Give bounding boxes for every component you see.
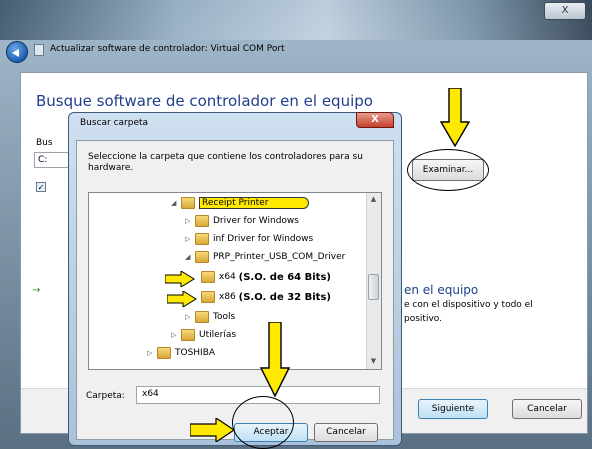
folder-icon [195, 215, 209, 227]
expand-icon[interactable]: ▷ [185, 217, 193, 225]
annotation-arrow-right [167, 291, 197, 307]
scroll-down-icon[interactable]: ▼ [368, 357, 379, 365]
option-desc-fragment-1: e con el dispositivo y todo el [404, 300, 533, 310]
tree-item-prp-printer-driver[interactable]: ◢ PRP_Printer_USB_COM_Driver [185, 249, 345, 265]
next-button[interactable]: Siguiente [418, 399, 488, 419]
annotation-arrow-right [190, 418, 236, 442]
tree-item-label: inf Driver for Windows [213, 234, 314, 244]
tree-item-label: TOSHIBA [175, 348, 216, 358]
option-title-fragment: en el equipo [404, 283, 479, 297]
tree-item-label: Receipt Printer [199, 197, 310, 209]
dialog-description: Seleccione la carpeta que contiene los c… [88, 152, 363, 173]
tree-item-toshiba[interactable]: ▷ TOSHIBA [147, 345, 215, 361]
tree-item-receipt-printer[interactable]: ◢ Receipt Printer [171, 195, 310, 211]
expand-icon[interactable]: ▷ [185, 313, 193, 321]
device-icon [34, 44, 44, 56]
tree-item-utilerias[interactable]: ▷ Utilerías [171, 327, 236, 343]
scroll-up-icon[interactable]: ▲ [368, 195, 379, 203]
tree-item-label: Driver for Windows [213, 216, 299, 226]
path-input-text: C: [38, 155, 48, 165]
folder-icon [201, 271, 215, 283]
tree-item-x86[interactable]: x86 (S.O. de 32 Bits) [201, 289, 331, 305]
tree-item-note: (S.O. de 32 Bits) [238, 291, 331, 303]
collapse-icon[interactable]: ◢ [185, 253, 193, 261]
search-label-fragment: Bus [36, 138, 53, 148]
tree-item-label: x64 [219, 272, 236, 282]
path-input-fragment[interactable]: C: [34, 152, 70, 168]
background-decoration [0, 0, 592, 40]
window-close-button[interactable]: X [544, 2, 586, 20]
include-subfolders-checkbox[interactable]: ✓ [36, 182, 46, 192]
folder-icon [195, 233, 209, 245]
tree-item-x64[interactable]: x64 (S.O. de 64 Bits) [201, 269, 331, 285]
back-button[interactable] [6, 41, 28, 63]
annotation-arrow-right [165, 271, 195, 287]
expand-icon[interactable]: ▷ [147, 349, 155, 357]
folder-icon [201, 291, 215, 303]
expand-icon[interactable]: ▷ [185, 235, 193, 243]
cancel-button[interactable]: Cancelar [512, 399, 582, 419]
tree-item-driver-for-windows[interactable]: ▷ Driver for Windows [185, 213, 299, 229]
dialog-title: Buscar carpeta [80, 118, 149, 128]
annotation-arrow-down [260, 322, 290, 398]
tree-item-label: Utilerías [199, 330, 237, 340]
folder-tree[interactable]: ◢ Receipt Printer ▷ Driver for Windows ▷… [88, 192, 382, 370]
folder-label: Carpeta: [86, 391, 125, 401]
folder-icon [157, 347, 171, 359]
option-desc-fragment-2: positivo. [404, 314, 442, 324]
tree-item-tools[interactable]: ▷ Tools [185, 309, 235, 325]
folder-icon [181, 329, 195, 341]
tree-item-inf-driver[interactable]: ▷ inf Driver for Windows [185, 231, 313, 247]
annotation-circle [232, 396, 294, 449]
folder-icon [181, 197, 195, 209]
dialog-close-button[interactable]: X [356, 112, 394, 128]
collapse-icon[interactable]: ◢ [171, 199, 179, 207]
tree-item-note: (S.O. de 64 Bits) [238, 271, 331, 283]
page-title: Busque software de controlador en el equ… [36, 92, 373, 110]
folder-field-value: x64 [142, 389, 159, 399]
window-title: Actualizar software de controlador: Virt… [50, 44, 285, 54]
folder-icon [195, 311, 209, 323]
tree-item-label: x86 [219, 292, 236, 302]
folder-icon [195, 251, 209, 263]
tree-item-label: Tools [213, 312, 236, 322]
annotation-arrow-down [440, 88, 470, 148]
dialog-cancel-button[interactable]: Cancelar [314, 423, 378, 442]
scrollbar-thumb[interactable] [368, 274, 379, 300]
expand-icon[interactable]: ▷ [171, 331, 179, 339]
tree-item-label: PRP_Printer_USB_COM_Driver [213, 252, 346, 262]
green-arrow-icon: → [32, 285, 41, 296]
annotation-circle [407, 149, 489, 191]
